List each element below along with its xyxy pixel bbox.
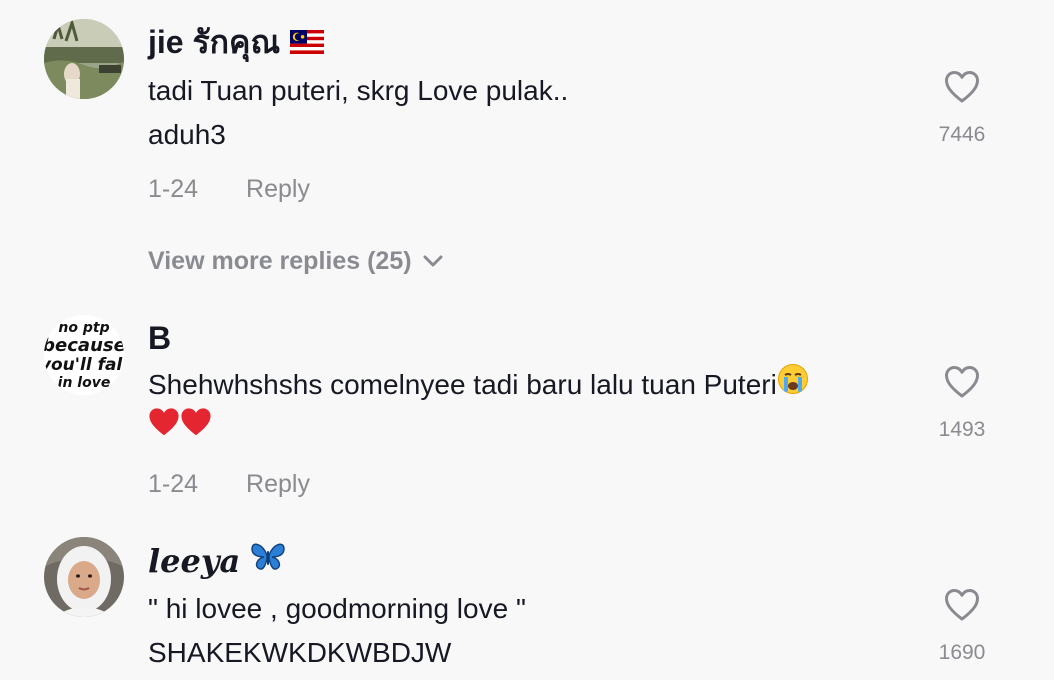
- avatar-text-line: in love: [58, 375, 111, 391]
- heart-icon[interactable]: [930, 70, 994, 109]
- blue-butterfly-icon: [250, 541, 286, 582]
- username-text[interactable]: jie รักคุณ: [148, 24, 280, 60]
- crying-face-icon: [777, 363, 809, 404]
- avatar[interactable]: [44, 19, 124, 99]
- username-text[interactable]: B: [148, 320, 171, 356]
- chevron-down-icon[interactable]: [422, 245, 444, 275]
- avatar[interactable]: no ptp because you'll fall in love: [44, 315, 124, 395]
- comment-text-line: Shehwhshshs comelnyee tadi baru lalu tua…: [148, 364, 809, 404]
- view-more-label[interactable]: View more replies (25): [148, 247, 412, 275]
- comment-date: 1-24: [148, 470, 199, 498]
- comment-text-line: aduh3: [148, 119, 226, 150]
- avatar[interactable]: [44, 537, 124, 617]
- avatar-text-line: you'll fall: [44, 355, 124, 375]
- malaysia-flag-icon: [290, 23, 325, 63]
- comment-username[interactable]: jie รักคุณ: [148, 22, 325, 63]
- comment-meta: 1-24 Reply: [148, 174, 310, 204]
- red-heart-icon: [148, 407, 180, 442]
- view-more-replies-button[interactable]: View more replies (25): [148, 246, 444, 276]
- heart-icon[interactable]: [930, 365, 994, 404]
- comment-item: leeya " hi lovee , goodmorning love " SH…: [0, 530, 1054, 680]
- reply-button[interactable]: Reply: [246, 469, 310, 499]
- avatar-text-line: no ptp: [58, 320, 109, 336]
- username-text[interactable]: leeya: [148, 542, 240, 580]
- comment-meta: 1-24 Reply: [148, 469, 310, 499]
- comment-date: 1-24: [148, 175, 199, 203]
- heart-icon[interactable]: [930, 588, 994, 627]
- comment-item: jie รักคุณ tadi Tuan puteri, skrg Love p…: [0, 0, 1054, 300]
- like-control: 1493: [930, 365, 994, 442]
- emoji-line: [148, 408, 212, 442]
- red-heart-icon: [180, 407, 212, 442]
- like-control: 7446: [930, 70, 994, 147]
- like-count: 1493: [938, 418, 986, 441]
- comments-panel: jie รักคุณ tadi Tuan puteri, skrg Love p…: [0, 0, 1054, 680]
- comment-username[interactable]: B: [148, 318, 171, 358]
- avatar-text-line: because: [44, 335, 124, 356]
- comment-text-line: tadi Tuan puteri, skrg Love pulak..: [148, 75, 569, 106]
- comment-text: Shehwhshshs comelnyee tadi baru lalu tua…: [148, 369, 777, 400]
- like-count: 1690: [938, 641, 986, 664]
- like-control: 1690: [930, 588, 994, 665]
- like-count: 7446: [938, 123, 986, 146]
- comment-item: no ptp because you'll fall in love B She…: [0, 300, 1054, 530]
- comment-text-line: SHAKEKWKDKWBDJW: [148, 637, 452, 668]
- comment-username[interactable]: leeya: [148, 541, 286, 582]
- comment-text-line: " hi lovee , goodmorning love ": [148, 593, 526, 624]
- reply-button[interactable]: Reply: [246, 174, 310, 204]
